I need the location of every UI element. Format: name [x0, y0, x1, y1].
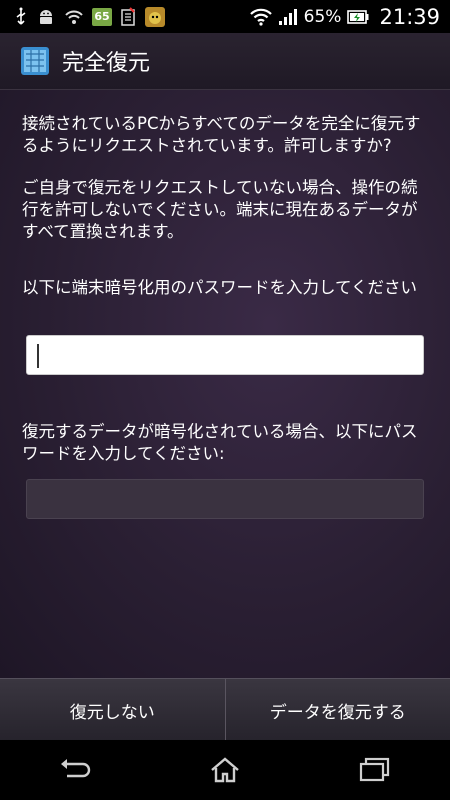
wifi-question-icon: [64, 7, 84, 27]
status-bar: 65 65% 21:39: [0, 0, 450, 33]
bug-app-icon: [144, 6, 166, 28]
password-label: 以下に端末暗号化用のパスワードを入力してください: [22, 278, 418, 297]
signal-icon: [278, 8, 298, 26]
recent-apps-icon[interactable]: [345, 750, 405, 790]
home-icon[interactable]: [195, 750, 255, 790]
android-debug-icon: [36, 7, 56, 27]
text-cursor: [37, 344, 39, 368]
dialog-content: 接続されているPCからすべてのデータを完全に復元するようにリクエストされています…: [0, 90, 450, 678]
clock: 21:39: [379, 4, 440, 29]
dialog-buttons: 復元しない データを復元する: [0, 678, 450, 741]
do-not-restore-button[interactable]: 復元しない: [0, 679, 225, 741]
title-bar: 完全復元: [0, 33, 450, 90]
backup-app-icon: [20, 46, 50, 76]
restore-data-button[interactable]: データを復元する: [224, 679, 450, 741]
navigation-bar: [0, 740, 450, 800]
backup-password-label: 復元するデータが暗号化されている場合、以下にパスワードを入力してください:: [22, 422, 418, 463]
battery-percent: 65%: [303, 6, 342, 27]
restore-request-text: 接続されているPCからすべてのデータを完全に復元するようにリクエストされています…: [22, 114, 421, 155]
sim-icon: [120, 6, 136, 27]
back-icon[interactable]: [45, 750, 105, 790]
page-title: 完全復元: [62, 51, 151, 76]
backup-password-input[interactable]: [26, 479, 424, 519]
battery-charging-icon: [347, 9, 369, 25]
app-update-icon: 65: [92, 7, 112, 26]
warning-text: ご自身で復元をリクエストしていない場合、操作の続行を許可しないでください。端末に…: [22, 178, 418, 241]
device-password-input[interactable]: [26, 335, 424, 375]
wifi-icon: [249, 8, 272, 26]
usb-icon: [14, 7, 28, 27]
